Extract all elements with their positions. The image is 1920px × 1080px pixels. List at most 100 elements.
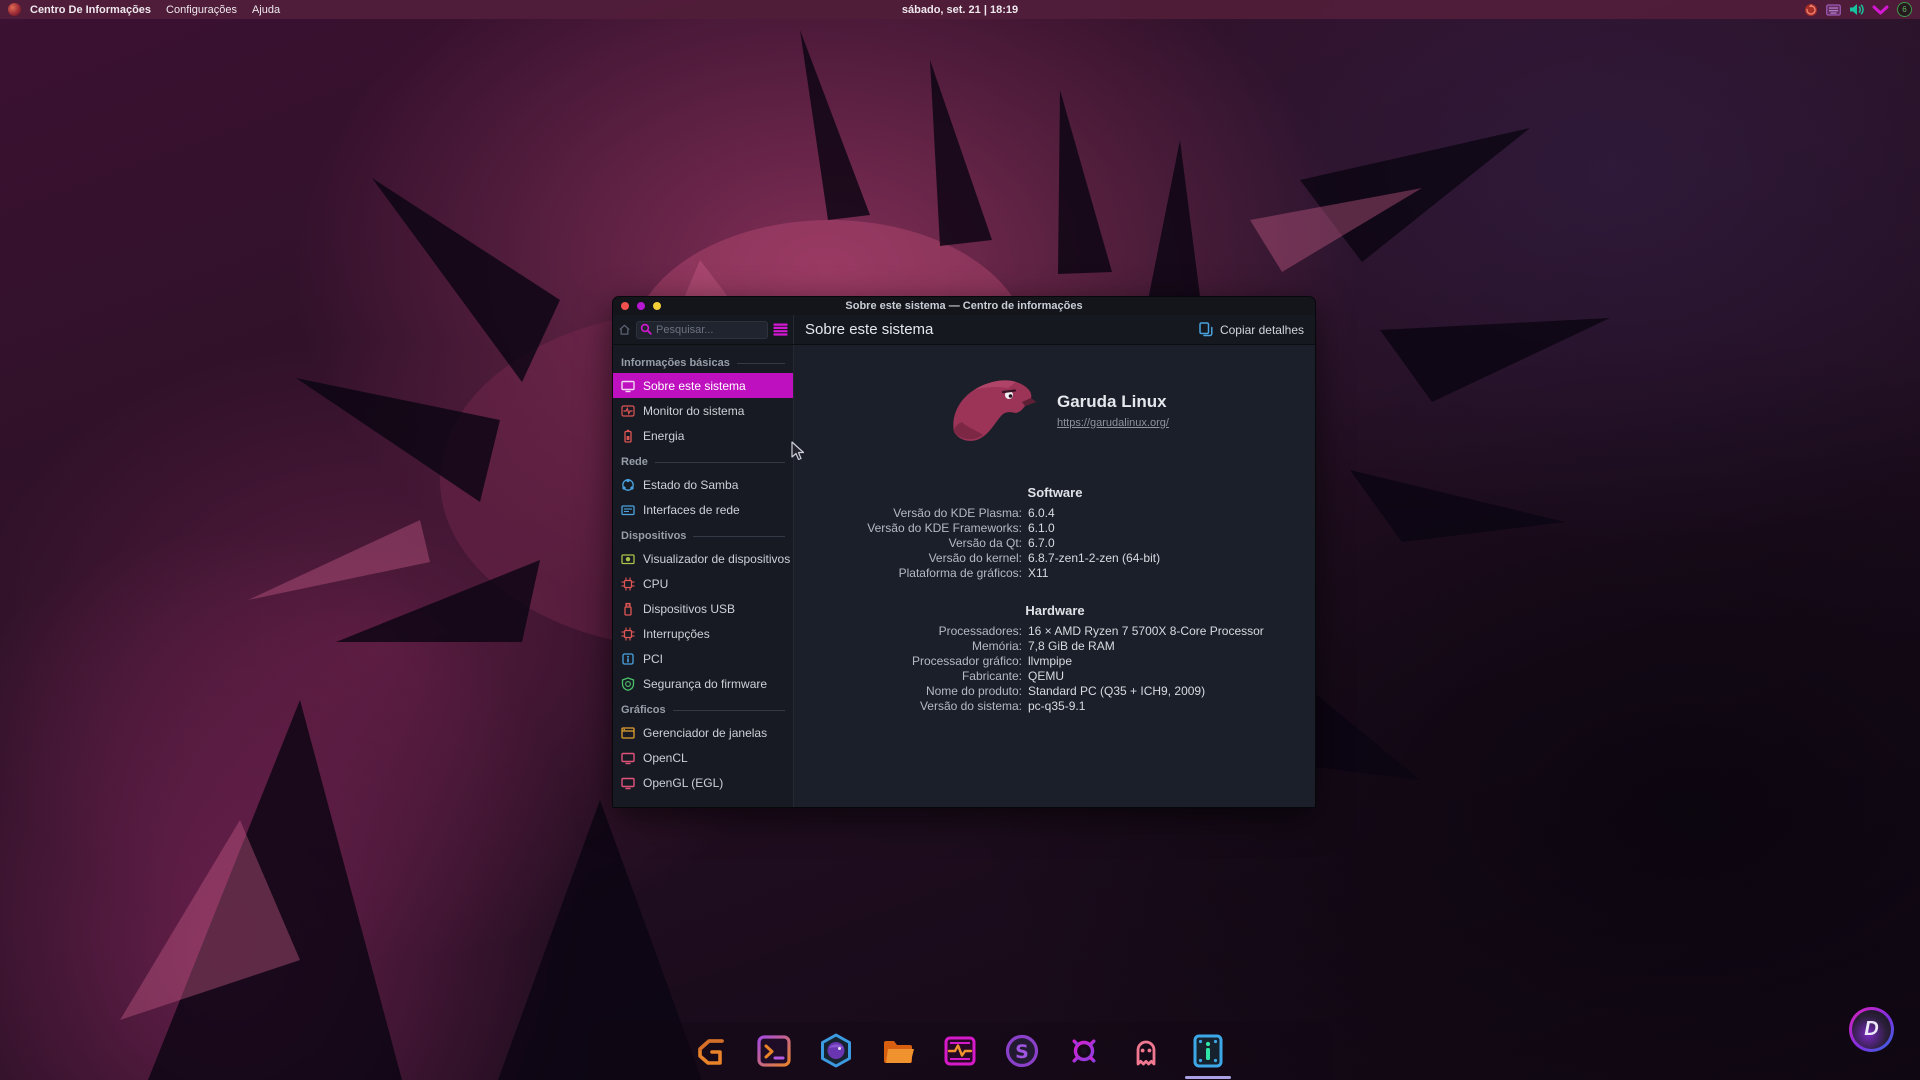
search-input[interactable] bbox=[636, 321, 768, 339]
sidebar-item-label: Estado do Samba bbox=[643, 478, 738, 492]
network-icon bbox=[621, 478, 635, 492]
sidebar-item-label: Interfaces de rede bbox=[643, 503, 740, 517]
sidebar-section-title: Dispositivos bbox=[621, 530, 686, 542]
close-button[interactable] bbox=[621, 302, 629, 310]
garuda-logo-icon[interactable] bbox=[8, 3, 21, 16]
hamburger-menu-icon[interactable] bbox=[773, 323, 788, 336]
info-center-window: Sobre este sistema — Centro de informaçõ… bbox=[612, 296, 1316, 808]
minimize-button[interactable] bbox=[653, 302, 661, 310]
info-label: Versão do sistema: bbox=[794, 699, 1022, 714]
active-task-indicator bbox=[1185, 1076, 1231, 1079]
sidebar-sections: Informações básicas Sobre este sistema Mon… bbox=[613, 345, 794, 807]
global-menubar: Centro De Informações Configurações Ajud… bbox=[0, 0, 1920, 19]
cpu-icon bbox=[621, 577, 635, 591]
system-tray: 6 bbox=[1804, 2, 1912, 17]
info-label: Versão da Qt: bbox=[794, 536, 1022, 551]
info-value: 16 × AMD Ryzen 7 5700X 8-Core Processor bbox=[1028, 624, 1315, 639]
expand-tray-chevron-icon[interactable] bbox=[1872, 5, 1889, 15]
info-value: 6.8.7-zen1-2-zen (64-bit) bbox=[1028, 551, 1315, 566]
sidebar-item-label: Dispositivos USB bbox=[643, 602, 735, 616]
sidebar-item[interactable]: Segurança do firmware bbox=[613, 671, 793, 696]
mouse-cursor bbox=[790, 441, 806, 463]
screen-icon bbox=[621, 751, 635, 765]
hardware-section: Hardware Processadores:16 × AMD Ryzen 7 … bbox=[794, 603, 1315, 714]
sidebar-item-label: Segurança do firmware bbox=[643, 677, 767, 691]
maximize-button[interactable] bbox=[637, 302, 645, 310]
window-title: Sobre este sistema — Centro de informaçõ… bbox=[845, 300, 1082, 312]
sidebar-section-header: Dispositivos bbox=[621, 530, 785, 542]
copy-details-button[interactable]: Copiar detalhes bbox=[1199, 322, 1304, 337]
sidebar-item[interactable]: Gerenciador de janelas bbox=[613, 720, 793, 745]
software-heading: Software bbox=[794, 485, 1315, 500]
sidebar-item[interactable]: Estado do Samba bbox=[613, 472, 793, 497]
window-titlebar[interactable]: Sobre este sistema — Centro de informaçõ… bbox=[613, 297, 1315, 315]
sidebar-item[interactable]: Energia bbox=[613, 423, 793, 448]
sidebar-section-header: Informações básicas bbox=[621, 357, 785, 369]
svg-text:S: S bbox=[1015, 1041, 1029, 1063]
sidebar-item[interactable]: OpenCL bbox=[613, 745, 793, 770]
keyboard-layout-icon[interactable] bbox=[1826, 4, 1841, 16]
sidebar-section-header: Gráficos bbox=[621, 704, 785, 716]
software-grid: Versão do KDE Plasma:6.0.4Versão do KDE … bbox=[794, 506, 1315, 581]
sidebar-item-label: Sobre este sistema bbox=[643, 379, 746, 393]
dock-item-octopi-package-manager[interactable] bbox=[1126, 1031, 1166, 1071]
info-value: Standard PC (Q35 + ICH9, 2009) bbox=[1028, 684, 1315, 699]
screen-icon bbox=[621, 379, 635, 393]
sidebar-toolbar bbox=[613, 315, 794, 344]
info-label: Versão do kernel: bbox=[794, 551, 1022, 566]
update-notifier-icon[interactable] bbox=[1804, 3, 1818, 17]
about-system-content: Garuda Linux https://garudalinux.org/ So… bbox=[794, 345, 1315, 807]
sidebar-item-label: Interrupções bbox=[643, 627, 710, 641]
info-label: Memória: bbox=[794, 639, 1022, 654]
info-center-icon bbox=[1188, 1031, 1228, 1071]
dock-item-terminal[interactable] bbox=[754, 1031, 794, 1071]
menubar-item-app[interactable]: Centro De Informações bbox=[30, 4, 151, 16]
sidebar-section-title: Gráficos bbox=[621, 704, 666, 716]
gear-icon bbox=[1064, 1031, 1104, 1071]
info-value: llvmpipe bbox=[1028, 654, 1315, 669]
sidebar-item[interactable]: CPU bbox=[613, 571, 793, 596]
usb-icon bbox=[621, 602, 635, 616]
sidebar-item-label: CPU bbox=[643, 577, 668, 591]
dock-item-garuda-welcome[interactable] bbox=[692, 1031, 732, 1071]
info-label: Fabricante: bbox=[794, 669, 1022, 684]
search-icon bbox=[640, 323, 652, 335]
d-launcher-button[interactable]: D bbox=[1849, 1007, 1894, 1052]
menubar-item-help[interactable]: Ajuda bbox=[252, 4, 280, 16]
hardware-grid: Processadores: 16 × AMD Ryzen 7 5700X 8-C… bbox=[794, 624, 1315, 714]
menubar-item-settings[interactable]: Configurações bbox=[166, 4, 237, 16]
octopi-ghost-icon bbox=[1126, 1031, 1166, 1071]
dock-item-settings[interactable] bbox=[1064, 1031, 1104, 1071]
info-value: 6.7.0 bbox=[1028, 536, 1315, 551]
pulse-icon bbox=[621, 404, 635, 418]
sidebar-item[interactable]: Interrupções bbox=[613, 621, 793, 646]
info-label: Processadores: bbox=[794, 624, 1022, 639]
dock-item-file-manager[interactable] bbox=[878, 1031, 918, 1071]
info-label: Processador gráfico: bbox=[794, 654, 1022, 669]
system-monitor-icon bbox=[940, 1031, 980, 1071]
cpu-icon bbox=[621, 627, 635, 641]
dock-item-system-monitor[interactable] bbox=[940, 1031, 980, 1071]
sidebar-item[interactable]: OpenGL (EGL) bbox=[613, 770, 793, 795]
sidebar-item[interactable]: PCI bbox=[613, 646, 793, 671]
sidebar-item[interactable]: Visualizador de dispositivos bbox=[613, 546, 793, 571]
volume-icon[interactable] bbox=[1849, 3, 1864, 16]
dock-item-info-center[interactable] bbox=[1188, 1031, 1228, 1071]
device-icon bbox=[621, 552, 635, 566]
sidebar-item[interactable]: Monitor do sistema bbox=[613, 398, 793, 423]
info-value: QEMU bbox=[1028, 669, 1315, 684]
info-value: 6.0.4 bbox=[1028, 506, 1315, 521]
sidebar-item[interactable]: Interfaces de rede bbox=[613, 497, 793, 522]
dock-item-firedragon-browser[interactable] bbox=[816, 1031, 856, 1071]
clock[interactable]: sábado, set. 21 | 18:19 bbox=[902, 4, 1018, 16]
distro-url-link[interactable]: https://garudalinux.org/ bbox=[1057, 417, 1169, 429]
home-icon[interactable] bbox=[618, 323, 631, 336]
sidebar-item-label: PCI bbox=[643, 652, 663, 666]
sidebar-item[interactable]: Sobre este sistema bbox=[613, 373, 793, 398]
dock-item-s-circle-app[interactable]: S bbox=[1002, 1031, 1042, 1071]
updates-count-badge[interactable]: 6 bbox=[1897, 2, 1912, 17]
sidebar-item-label: Energia bbox=[643, 429, 684, 443]
page-title: Sobre este sistema bbox=[805, 321, 933, 338]
sidebar-item-label: Visualizador de dispositivos bbox=[643, 552, 790, 566]
sidebar-item[interactable]: Dispositivos USB bbox=[613, 596, 793, 621]
